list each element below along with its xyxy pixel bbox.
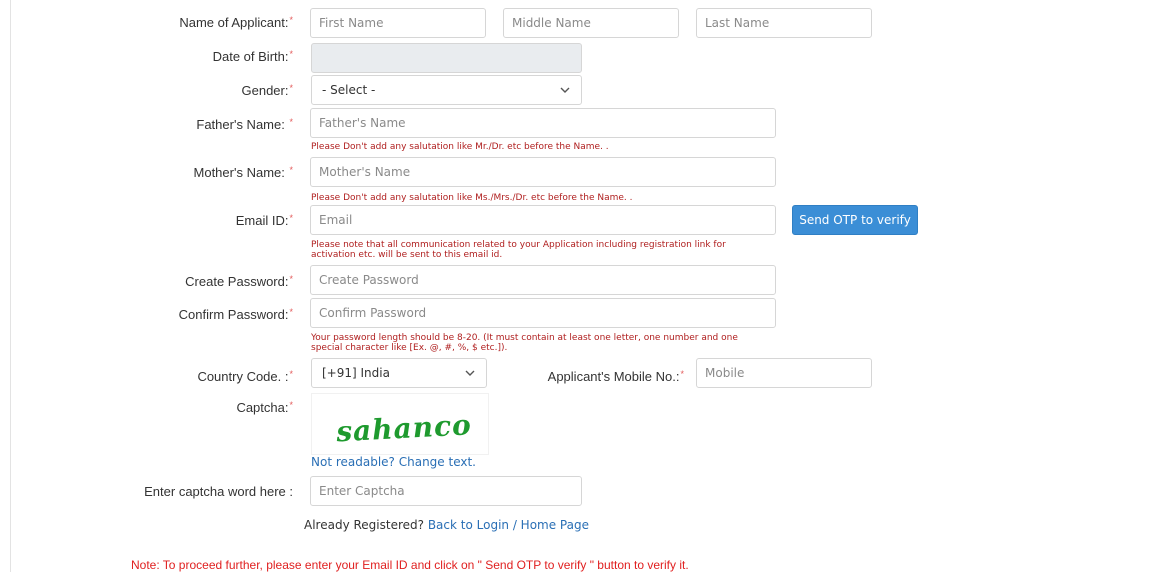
password-hint-line2: special character like [Ex. @, #, %, $ e… [311, 343, 508, 353]
country-code-select[interactable]: [+91] India [311, 358, 487, 388]
email-input[interactable] [310, 205, 776, 235]
father-name-input[interactable] [310, 108, 776, 138]
dob-label: Date of Birth:* [212, 49, 293, 64]
last-name-input[interactable] [696, 8, 872, 38]
gender-label: Gender:* [241, 83, 294, 98]
captcha-text: sahanco [334, 408, 472, 448]
captcha-image: sahanco [311, 393, 489, 455]
gender-select[interactable]: - Select - [311, 75, 582, 105]
country-code-label: Country Code. :* [197, 369, 293, 384]
email-hint-line1: Please note that all communication relat… [311, 240, 726, 250]
gender-selected-value: - Select - [322, 83, 376, 97]
create-password-label: Create Password:* [185, 274, 293, 289]
applicant-name-label: Name of Applicant:* [179, 15, 293, 30]
mother-name-hint: Please Don't add any salutation like Ms.… [311, 193, 633, 203]
confirm-password-input[interactable] [310, 298, 776, 328]
otp-note: Note: To proceed further, please enter y… [131, 558, 689, 572]
mobile-label: Applicant's Mobile No.:* [547, 369, 684, 384]
password-hint-line1: Your password length should be 8-20. (It… [311, 333, 738, 343]
captcha-entry-label: Enter captcha word here : [144, 484, 293, 499]
country-code-selected-value: [+91] India [322, 366, 390, 380]
send-otp-button[interactable]: Send OTP to verify [792, 205, 918, 235]
email-hint-line2: activation etc. will be sent to this ema… [311, 250, 503, 260]
mobile-input[interactable] [696, 358, 872, 388]
email-label: Email ID:* [235, 213, 293, 228]
middle-name-input[interactable] [503, 8, 679, 38]
confirm-password-label: Confirm Password:* [178, 307, 293, 322]
back-to-login-link[interactable]: Back to Login / Home Page [428, 518, 589, 532]
already-registered-text: Already Registered? [304, 518, 424, 532]
dob-input[interactable] [311, 43, 582, 73]
father-name-label: Father's Name: * [196, 117, 293, 132]
first-name-input[interactable] [310, 8, 486, 38]
chevron-down-icon [560, 87, 570, 93]
change-captcha-link[interactable]: Not readable? Change text. [311, 455, 476, 469]
mother-name-label: Mother's Name: * [193, 165, 293, 180]
captcha-input[interactable] [310, 476, 582, 506]
chevron-down-icon [465, 370, 475, 376]
father-name-hint: Please Don't add any salutation like Mr.… [311, 142, 609, 152]
mother-name-input[interactable] [310, 157, 776, 187]
captcha-label: Captcha:* [236, 400, 293, 415]
create-password-input[interactable] [310, 265, 776, 295]
already-registered: Already Registered? Back to Login / Home… [304, 518, 589, 532]
